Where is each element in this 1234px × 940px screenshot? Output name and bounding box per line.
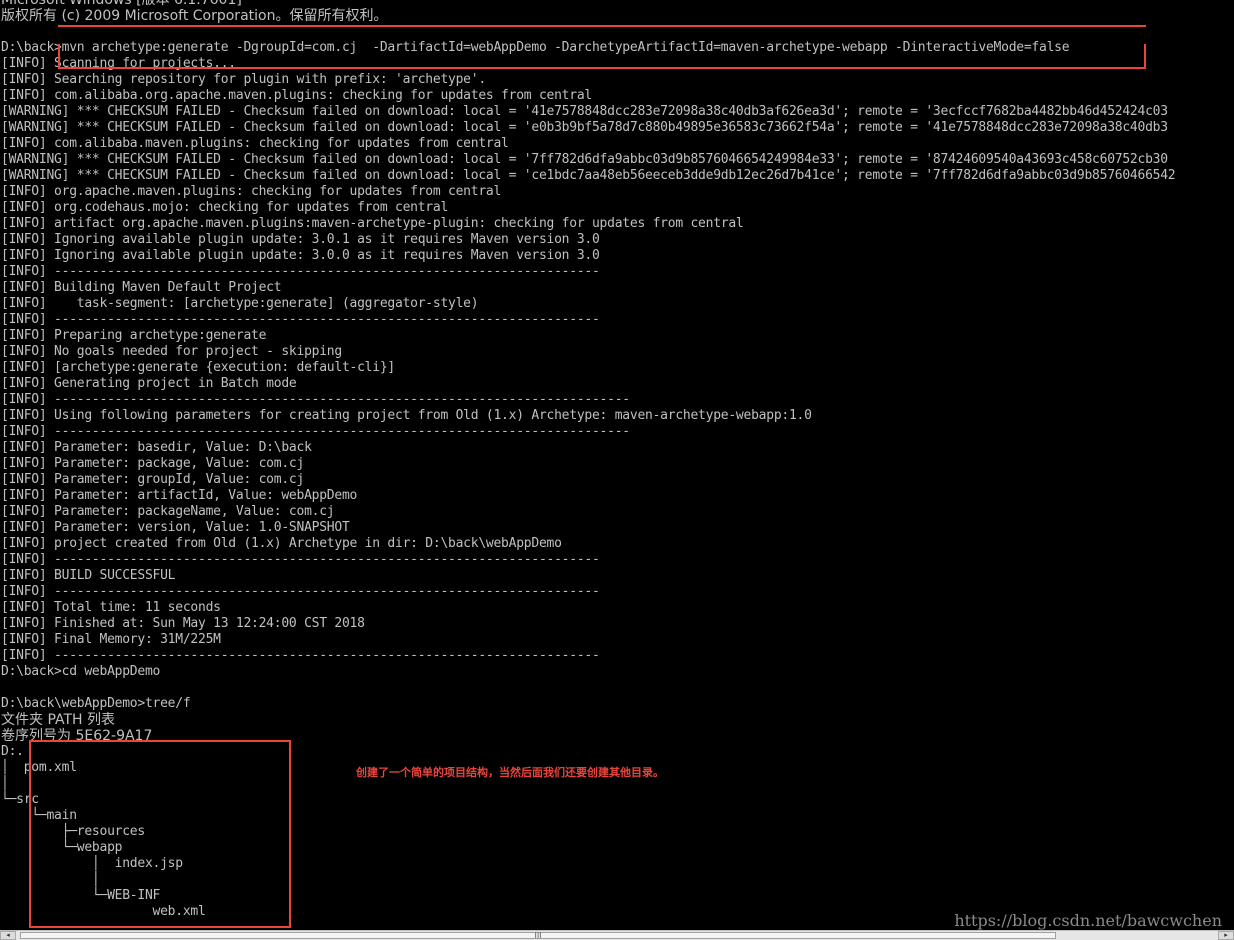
console-line: [INFO] Preparing archetype:generate	[1, 328, 267, 343]
console-line: [WARNING] *** CHECKSUM FAILED - Checksum…	[1, 168, 1176, 183]
console-line: [INFO] Generating project in Batch mode	[1, 376, 297, 391]
console-line: D:\back>cd webAppDemo	[1, 664, 161, 679]
console-line: │	[1, 776, 9, 791]
console-line: │ pom.xml	[1, 760, 77, 775]
console-line: [INFO] Parameter: groupId, Value: com.cj	[1, 472, 305, 487]
console-line: [INFO] ---------------------------------…	[1, 264, 600, 279]
console-line: [INFO] ---------------------------------…	[1, 392, 630, 407]
console-line: 卷序列号为 5E62-9A17	[1, 728, 153, 744]
console-line: └─src	[1, 792, 39, 807]
console-line: [INFO] Searching repository for plugin w…	[1, 72, 486, 87]
console-line: [INFO] artifact org.apache.maven.plugins…	[1, 216, 744, 231]
console-line: [INFO] project created from Old (1.x) Ar…	[1, 536, 562, 551]
console-line: Microsoft Windows [版本 6.1.7601]	[1, 0, 242, 8]
console-line: [INFO] Ignoring available plugin update:…	[1, 248, 600, 263]
console-line: [INFO] BUILD SUCCESSFUL	[1, 568, 176, 583]
scrollbar-thumb[interactable]: III	[20, 932, 1056, 940]
console-line: [INFO] Parameter: version, Value: 1.0-SN…	[1, 520, 350, 535]
console-line: [INFO] task-segment: [archetype:generate…	[1, 296, 479, 311]
console-line: [WARNING] *** CHECKSUM FAILED - Checksum…	[1, 120, 1168, 135]
console-line: 文件夹 PATH 列表	[1, 712, 116, 728]
console-line: [INFO] ---------------------------------…	[1, 312, 600, 327]
console-line: [INFO] ---------------------------------…	[1, 424, 630, 439]
console-line: [INFO] Parameter: packageName, Value: co…	[1, 504, 335, 519]
console-line: │ index.jsp	[1, 856, 183, 871]
console-line: [INFO] Ignoring available plugin update:…	[1, 232, 600, 247]
console-line: [INFO] Finished at: Sun May 13 12:24:00 …	[1, 616, 365, 631]
console-line: D:\back>mvn archetype:generate -DgroupId…	[1, 40, 1070, 55]
console-line: [INFO] org.codehaus.mojo: checking for u…	[1, 200, 449, 215]
console-line: [INFO] Parameter: package, Value: com.cj	[1, 456, 305, 471]
console-line: D:\back\webAppDemo>tree/f	[1, 696, 191, 711]
console-line: [INFO] ---------------------------------…	[1, 648, 600, 663]
console-line: D:.	[1, 744, 24, 759]
console-line: [INFO] Scanning for projects...	[1, 56, 236, 71]
console-line: ├─resources	[1, 824, 146, 839]
console-line: [INFO] Total time: 11 seconds	[1, 600, 221, 615]
console-line: [WARNING] *** CHECKSUM FAILED - Checksum…	[1, 104, 1168, 119]
console-line: [INFO] Parameter: basedir, Value: D:\bac…	[1, 440, 312, 455]
scroll-right-icon[interactable]: ▸	[1218, 931, 1234, 940]
annotation-text: 创建了一个简单的项目结构，当然后面我们还要创建其他目录。	[356, 766, 664, 779]
console-window[interactable]: Microsoft Windows [版本 6.1.7601] 版权所有 (c) …	[0, 0, 1234, 930]
console-line: [INFO] com.alibaba.maven.plugins: checki…	[1, 136, 509, 151]
console-line: [INFO] [archetype:generate {execution: d…	[1, 360, 395, 375]
console-line: web.xml	[1, 904, 206, 919]
console-line: [INFO] Building Maven Default Project	[1, 280, 282, 295]
watermark: https://blog.csdn.net/bawcwchen	[954, 911, 1222, 930]
console-line: [INFO] ---------------------------------…	[1, 584, 600, 599]
console-line: 版权所有 (c) 2009 Microsoft Corporation。保留所有…	[1, 8, 388, 24]
console-line: [INFO] No goals needed for project - ski…	[1, 344, 342, 359]
console-line: │	[1, 872, 100, 887]
console-line: └─webapp	[1, 840, 123, 855]
console-line: [INFO] Using following parameters for cr…	[1, 408, 812, 423]
scroll-left-icon[interactable]: ◂	[0, 931, 16, 940]
console-line: └─main	[1, 808, 77, 823]
console-line: [INFO] org.apache.maven.plugins: checkin…	[1, 184, 502, 199]
console-line: [INFO] com.alibaba.org.apache.maven.plug…	[1, 88, 592, 103]
console-line: [INFO] Final Memory: 31M/225M	[1, 632, 221, 647]
console-line: [WARNING] *** CHECKSUM FAILED - Checksum…	[1, 152, 1168, 167]
horizontal-scrollbar[interactable]: ◂ III ▸	[0, 930, 1234, 940]
console-line: [INFO] ---------------------------------…	[1, 552, 600, 567]
console-line: └─WEB-INF	[1, 888, 161, 903]
console-line: [INFO] Parameter: artifactId, Value: web…	[1, 488, 358, 503]
